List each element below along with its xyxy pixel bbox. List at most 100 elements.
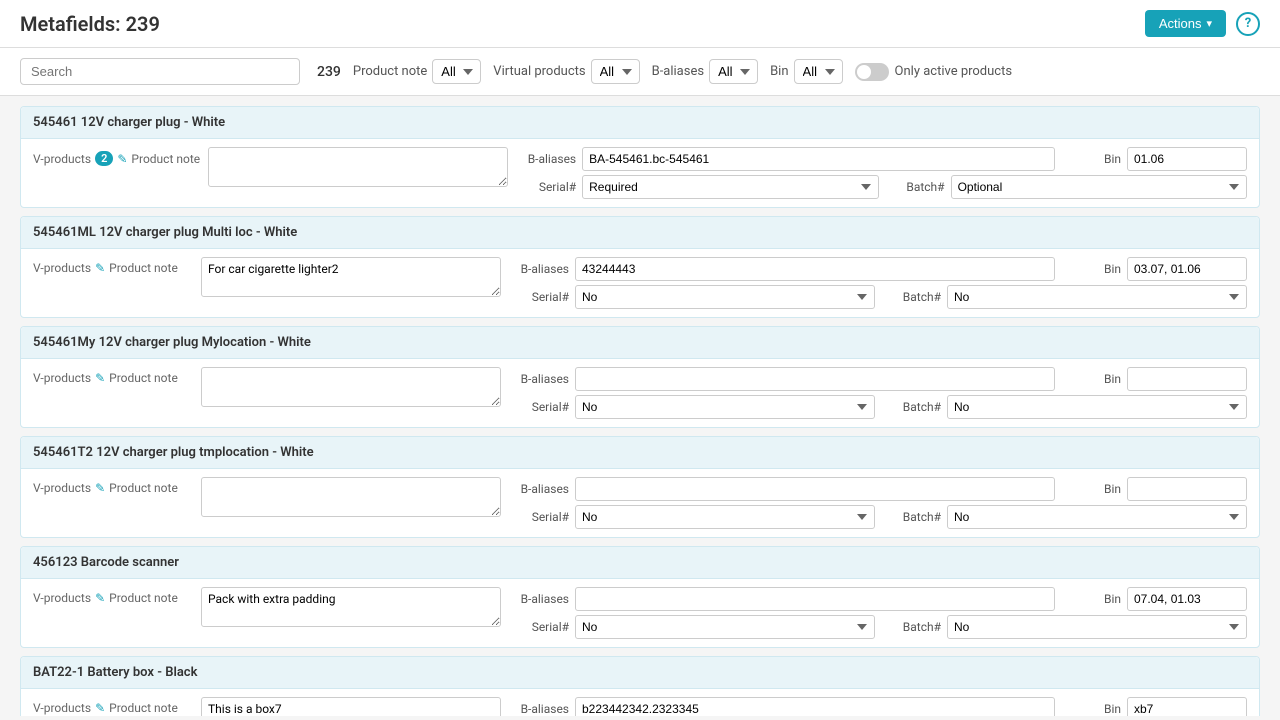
top-field-row: B-aliasesBin — [509, 257, 1247, 281]
bottom-field-row: Serial# NoRequiredOptional Batch# NoRequire… — [509, 615, 1247, 639]
serial-select[interactable]: NoRequiredOptional — [582, 175, 878, 199]
bin-filter: Bin All — [770, 59, 842, 84]
product-meta-left: V-products✎Product note — [33, 477, 193, 495]
note-textarea[interactable] — [208, 147, 508, 187]
batch-select[interactable]: NoRequiredOptional — [947, 395, 1247, 419]
product-note-label: Product note — [109, 371, 178, 385]
product-group: 456123 Barcode scannerV-products✎Product… — [20, 546, 1260, 648]
edit-icon[interactable]: ✎ — [95, 481, 105, 495]
product-group: 545461T2 12V charger plug tmplocation - … — [20, 436, 1260, 538]
b-aliases-input[interactable] — [575, 367, 1055, 391]
edit-icon[interactable]: ✎ — [95, 591, 105, 605]
serial-field-label: Serial# — [509, 290, 569, 304]
edit-icon[interactable]: ✎ — [95, 371, 105, 385]
note-textarea[interactable] — [201, 367, 501, 407]
product-group: BAT22-1 Battery box - BlackV-products✎Pr… — [20, 656, 1260, 716]
edit-icon[interactable]: ✎ — [95, 261, 105, 275]
product-header: 456123 Barcode scanner — [21, 547, 1259, 579]
product-body: V-products✎Product note B-aliasesBinSeria… — [21, 469, 1259, 537]
b-aliases-field-label: B-aliases — [509, 702, 569, 716]
note-textarea[interactable] — [201, 587, 501, 627]
product-meta-left: V-products ✎ Product note — [33, 367, 193, 385]
product-header: BAT22-1 Battery box - Black — [21, 657, 1259, 689]
top-field-row: B-aliasesBin — [516, 147, 1247, 171]
toolbar: 239 Product note All Virtual products Al… — [0, 48, 1280, 96]
batch-field-label: Batch# — [881, 620, 941, 634]
batch-field-label: Batch# — [881, 290, 941, 304]
virtual-products-label: Virtual products — [493, 64, 585, 79]
bottom-field-row: Serial# NoRequiredOptional Batch# NoRequire… — [509, 285, 1247, 309]
b-aliases-input[interactable] — [582, 147, 1055, 171]
page-header: Metafields: 239 Actions ? — [0, 0, 1280, 48]
active-products-toggle-group: Only active products — [855, 63, 1013, 81]
bin-field-label: Bin — [1061, 702, 1121, 716]
b-aliases-label: B-aliases — [652, 64, 704, 79]
product-note-label: Product note — [109, 591, 178, 605]
b-aliases-field-label: B-aliases — [509, 482, 569, 496]
bin-input[interactable] — [1127, 697, 1247, 716]
serial-select[interactable]: NoRequiredOptional — [575, 395, 875, 419]
count-badge: 239 — [317, 64, 341, 80]
bin-input[interactable] — [1127, 257, 1247, 281]
b-aliases-select[interactable]: All — [709, 59, 758, 84]
v-products-label: V-products — [33, 152, 91, 166]
serial-field-label: Serial# — [509, 620, 569, 634]
product-note-label: Product note — [109, 261, 178, 275]
bin-label: Bin — [770, 64, 788, 79]
fields-right: B-aliasesBin Serial# NoRequiredOptional Bat… — [509, 257, 1247, 309]
product-body: V-products2✎Product noteB-aliasesBinSeri… — [21, 139, 1259, 207]
product-header: 545461 12V charger plug - White — [21, 107, 1259, 139]
product-note-label: Product note — [353, 64, 427, 79]
serial-select[interactable]: NoRequiredOptional — [575, 285, 875, 309]
note-textarea[interactable] — [201, 697, 501, 716]
fields-right: B-aliasesBinSerial#NoRequiredOptionalBat… — [509, 477, 1247, 529]
bin-input[interactable] — [1127, 147, 1247, 171]
product-header: 545461My 12V charger plug Mylocation - W… — [21, 327, 1259, 359]
bin-select[interactable]: All — [794, 59, 843, 84]
product-body: V-products✎Product noteB-aliasesBinSeria… — [21, 579, 1259, 647]
note-textarea[interactable] — [201, 477, 501, 517]
fields-right: B-aliasesBin Serial# NoRequiredOptional Bat… — [509, 587, 1247, 639]
b-aliases-field-label: B-aliases — [509, 262, 569, 276]
bin-input[interactable] — [1127, 587, 1247, 611]
product-note-label: Product note — [131, 152, 200, 166]
b-aliases-input[interactable] — [575, 477, 1055, 501]
bin-input[interactable] — [1127, 367, 1247, 391]
batch-field-label: Batch# — [881, 400, 941, 414]
search-input[interactable] — [20, 58, 300, 85]
toggle-knob — [857, 65, 871, 79]
serial-select[interactable]: NoRequiredOptional — [575, 505, 875, 529]
note-area — [201, 587, 501, 631]
product-header: 545461T2 12V charger plug tmplocation - … — [21, 437, 1259, 469]
note-textarea[interactable] — [201, 257, 501, 297]
v-products-label: V-products — [33, 371, 91, 385]
edit-icon[interactable]: ✎ — [95, 701, 105, 715]
b-aliases-field-label: B-aliases — [516, 152, 576, 166]
virtual-products-select[interactable]: All — [591, 59, 640, 84]
batch-select[interactable]: NoRequiredOptional — [947, 285, 1247, 309]
serial-select[interactable]: NoRequiredOptional — [575, 615, 875, 639]
v-products-badge: 2 — [95, 151, 113, 166]
active-products-toggle[interactable] — [855, 63, 889, 81]
header-actions: Actions ? — [1145, 10, 1260, 37]
product-meta-left: V-products 2 ✎ Product note — [33, 147, 200, 166]
b-aliases-field-label: B-aliases — [509, 592, 569, 606]
product-note-select[interactable]: All — [432, 59, 481, 84]
batch-select[interactable]: NoRequiredOptional — [951, 175, 1247, 199]
product-row: V-products ✎ Product note B-aliasesBin Seria… — [33, 257, 1247, 309]
help-icon[interactable]: ? — [1236, 12, 1260, 36]
b-aliases-input[interactable] — [575, 257, 1055, 281]
batch-select[interactable]: NoRequiredOptional — [947, 615, 1247, 639]
b-aliases-input[interactable] — [575, 587, 1055, 611]
v-products-label: V-products — [33, 261, 91, 275]
b-aliases-input[interactable] — [575, 697, 1055, 716]
edit-icon[interactable]: ✎ — [117, 152, 127, 166]
top-field-row: B-aliasesBin — [509, 587, 1247, 611]
batch-select[interactable]: NoRequiredOptional — [947, 505, 1247, 529]
actions-button[interactable]: Actions — [1145, 10, 1226, 37]
bottom-field-row: Serial#NoRequiredOptionalBatch#NoRequire… — [509, 505, 1247, 529]
bin-input[interactable] — [1127, 477, 1247, 501]
product-meta-left: V-products ✎ Product note — [33, 257, 193, 275]
product-row: V-products✎Product note B-aliasesBinSeria… — [33, 477, 1247, 529]
fields-right: B-aliasesBinSerial#NoRequiredOptionalBat… — [509, 697, 1247, 716]
